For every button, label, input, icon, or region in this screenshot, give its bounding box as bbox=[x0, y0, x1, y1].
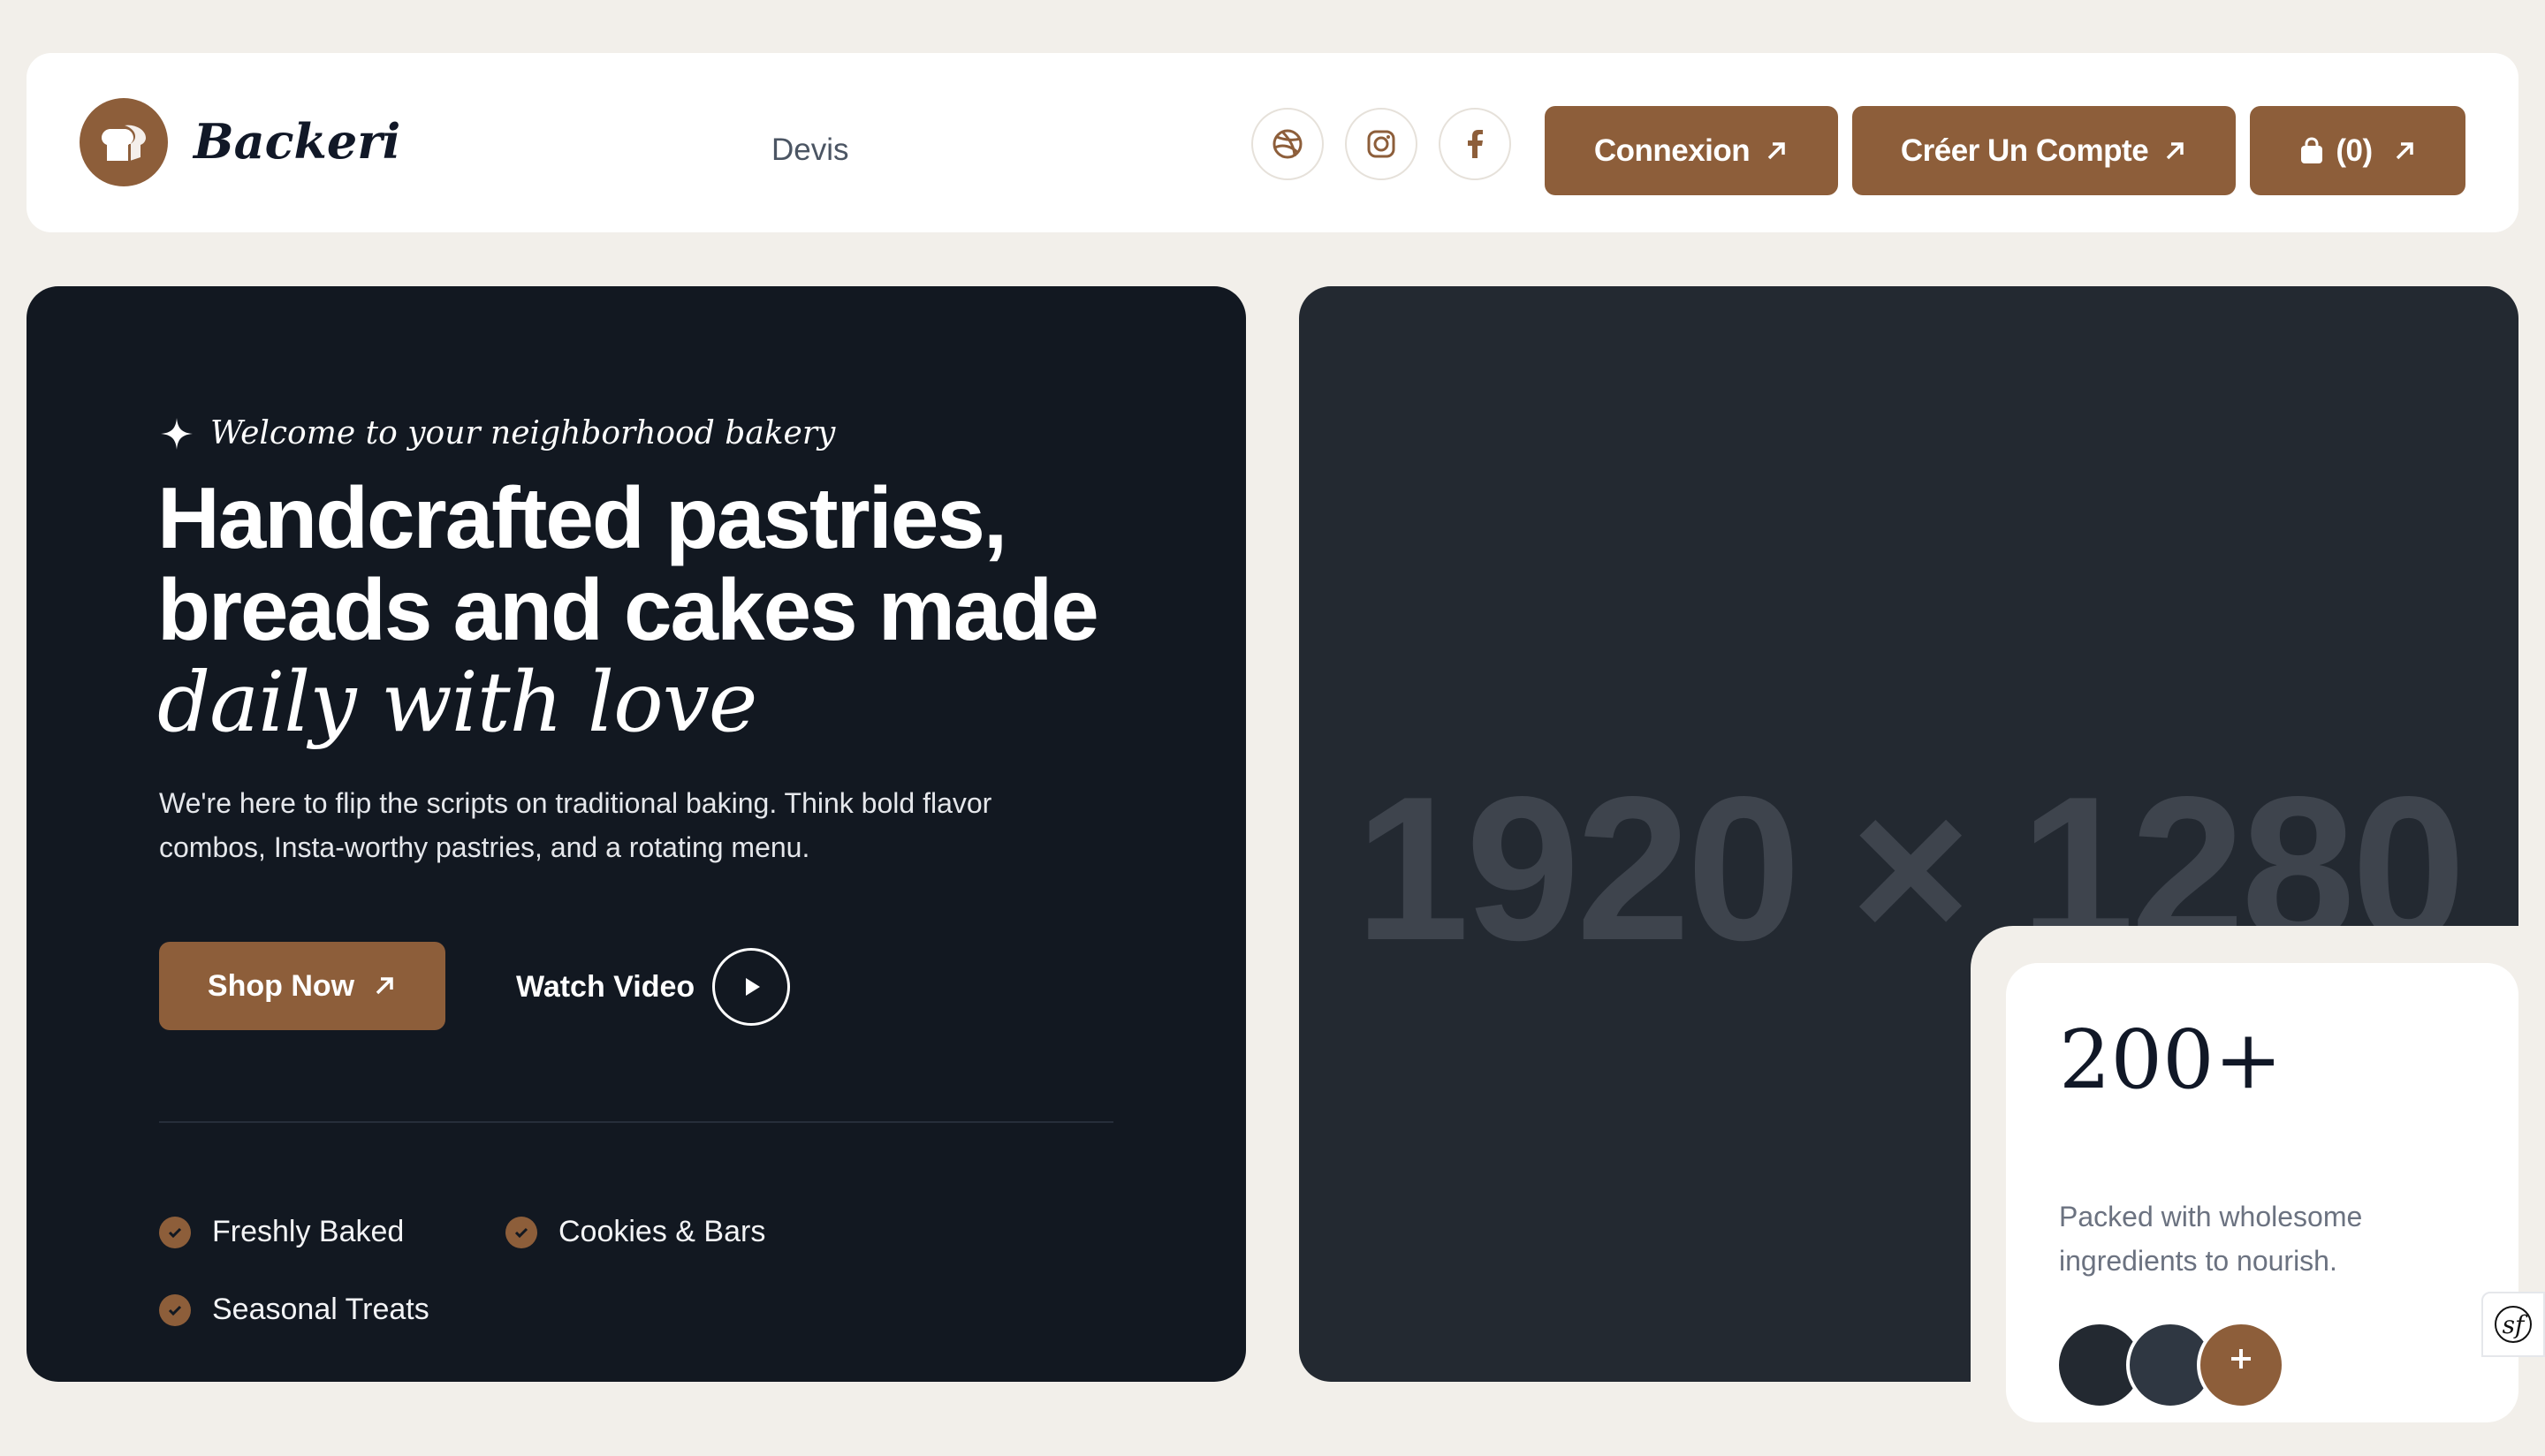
feature-label: Freshly Baked bbox=[212, 1215, 405, 1248]
headline-accent: daily with love bbox=[157, 655, 757, 751]
stat-value: 200+ bbox=[2059, 1012, 2283, 1107]
play-icon[interactable] bbox=[712, 948, 791, 1026]
stat-card: 200+ Packed with wholesome ingredients t… bbox=[2006, 963, 2518, 1422]
dribbble-icon[interactable] bbox=[1251, 108, 1324, 180]
cart-button[interactable]: (0) bbox=[2250, 106, 2465, 195]
login-button[interactable]: Connexion bbox=[1545, 106, 1838, 195]
arrow-up-right-icon bbox=[376, 977, 393, 995]
hero-divider bbox=[159, 1121, 1113, 1123]
feature-label: Cookies & Bars bbox=[558, 1215, 766, 1248]
headline-line-1: Handcrafted pastries, bbox=[157, 469, 1007, 566]
nav-devis-link[interactable]: Devis bbox=[771, 133, 849, 168]
signup-button[interactable]: Créer Un Compte bbox=[1852, 106, 2236, 195]
cart-count: (0) bbox=[2336, 133, 2373, 168]
hero-panel: Welcome to your neighborhood bakery Hand… bbox=[27, 286, 1246, 1382]
feature-item: Cookies & Bars bbox=[505, 1215, 765, 1249]
feature-item: Seasonal Treats bbox=[159, 1293, 429, 1327]
brand-name[interactable]: Backeri bbox=[194, 108, 400, 175]
sparkle-icon bbox=[161, 418, 193, 450]
hero-description: We're here to flip the scripts on tradit… bbox=[159, 787, 992, 863]
facebook-icon[interactable] bbox=[1439, 108, 1511, 180]
stat-description: Packed with wholesome ingredients to nou… bbox=[2059, 1201, 2363, 1277]
shop-now-label: Shop Now bbox=[207, 968, 355, 1003]
feature-item: Freshly Baked bbox=[159, 1215, 404, 1249]
signup-button-label: Créer Un Compte bbox=[1900, 133, 2149, 168]
site-header: Backeri Devis Connexion Créer Un Compte bbox=[27, 53, 2518, 232]
logo-bread-icon[interactable] bbox=[80, 98, 168, 186]
tagline-text: Welcome to your neighborhood bakery bbox=[210, 415, 836, 451]
hero-tagline: Welcome to your neighborhood bakery bbox=[159, 415, 835, 452]
arrow-up-right-icon bbox=[1767, 141, 1785, 159]
watch-video-label: Watch Video bbox=[516, 969, 695, 1004]
check-icon bbox=[505, 1216, 537, 1248]
watch-video-button[interactable]: Watch Video bbox=[516, 948, 791, 1026]
badge-text: sf bbox=[2495, 1306, 2532, 1343]
framework-badge[interactable]: sf bbox=[2481, 1292, 2545, 1357]
check-icon bbox=[159, 1216, 191, 1248]
shopping-bag-icon bbox=[2301, 136, 2323, 163]
instagram-icon[interactable] bbox=[1345, 108, 1417, 180]
hero-headline: Handcrafted pastries, breads and cakes m… bbox=[157, 472, 1182, 749]
headline-line-2: breads and cakes made bbox=[157, 561, 1099, 658]
shop-now-button[interactable]: Shop Now bbox=[159, 942, 445, 1030]
add-avatar-icon[interactable] bbox=[2197, 1321, 2285, 1409]
arrow-up-right-icon bbox=[2396, 141, 2413, 159]
feature-label: Seasonal Treats bbox=[212, 1293, 429, 1326]
login-button-label: Connexion bbox=[1593, 133, 1751, 168]
check-icon bbox=[159, 1293, 191, 1326]
arrow-up-right-icon bbox=[2166, 141, 2184, 159]
